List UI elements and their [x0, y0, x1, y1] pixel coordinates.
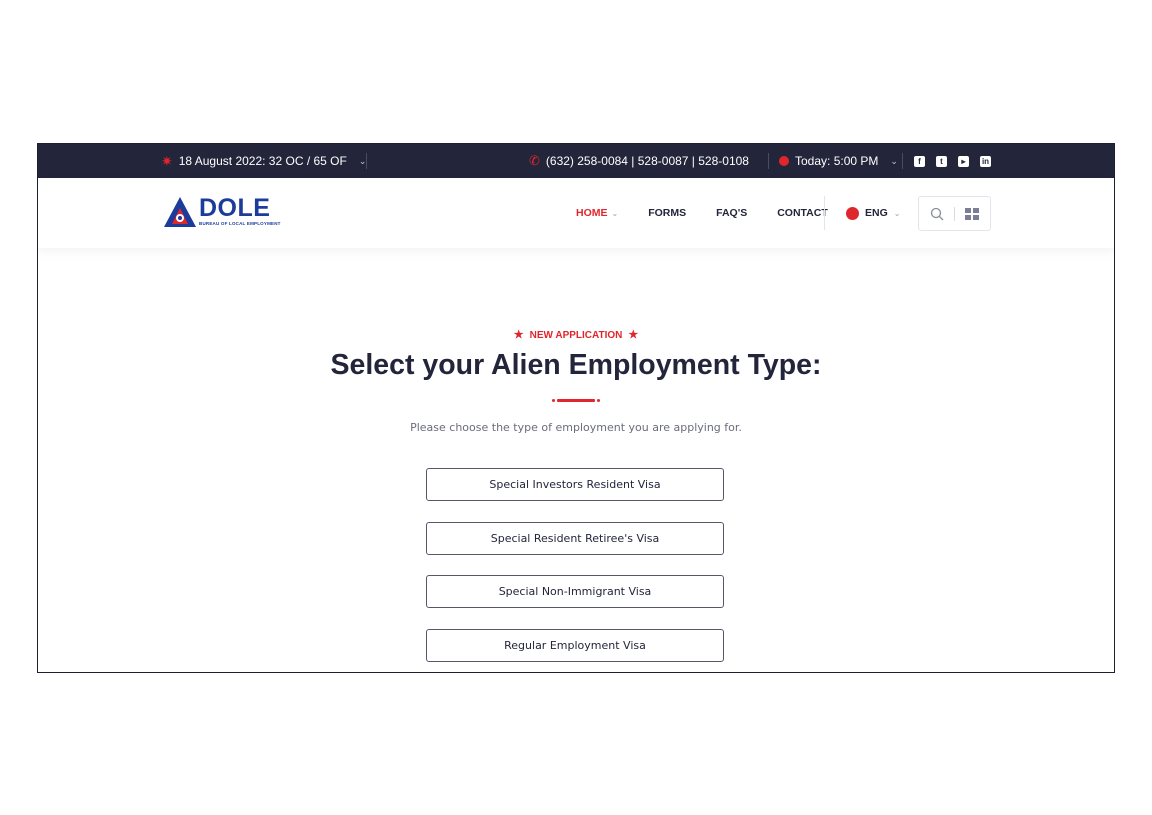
nav-home[interactable]: HOME ⌄: [576, 207, 618, 219]
nav-forms[interactable]: FORMS: [648, 207, 686, 219]
nav-forms-label: FORMS: [648, 207, 687, 219]
weather-widget[interactable]: ✷ 18 August 2022: 32 OC / 65 OF ⌄: [161, 144, 366, 178]
main-nav: HOME ⌄ FORMS FAQ'S CONTACT: [576, 178, 858, 248]
star-icon: ★: [628, 329, 639, 341]
nav-home-label: HOME: [576, 207, 608, 219]
hours-widget[interactable]: Today: 5:00 PM ⌄: [779, 144, 898, 178]
page-title: Select your Alien Employment Type:: [330, 349, 822, 381]
clock-icon: [779, 156, 789, 166]
weather-text: 18 August 2022: 32 OC / 65 OF: [178, 154, 347, 168]
chevron-down-icon[interactable]: ⌄: [890, 156, 898, 167]
language-selector[interactable]: ENG ⌄: [846, 178, 900, 248]
option-non-immigrant-visa[interactable]: Special Non-Immigrant Visa: [426, 575, 724, 608]
dole-logo[interactable]: DOLE BUREAU OF LOCAL EMPLOYMENT: [163, 196, 281, 228]
page-subtitle: Please choose the type of employment you…: [410, 421, 742, 434]
main-header: DOLE BUREAU OF LOCAL EMPLOYMENT HOME ⌄ F…: [38, 178, 1114, 248]
divider: [768, 153, 769, 169]
header-tools: [918, 196, 991, 231]
grid-icon: [965, 207, 980, 220]
section-eyebrow: ★ NEW APPLICATION ★: [38, 328, 1114, 341]
eyebrow-text: NEW APPLICATION: [529, 330, 623, 341]
option-investors-visa[interactable]: Special Investors Resident Visa: [426, 468, 724, 501]
divider: [366, 153, 367, 169]
chevron-down-icon: ⌄: [893, 208, 901, 218]
nav-contact-label: CONTACT: [777, 207, 828, 219]
logo-text: DOLE: [199, 194, 271, 222]
menu-grid-button[interactable]: [955, 207, 990, 220]
facebook-icon[interactable]: f: [914, 155, 925, 167]
browser-frame: ✷ 18 August 2022: 32 OC / 65 OF ⌄ ✆ (632…: [37, 143, 1115, 673]
logo-triangle-icon: [164, 197, 196, 227]
social-links: f t ▸ in: [914, 144, 991, 178]
language-label: ENG: [865, 207, 888, 219]
logo-subtext: BUREAU OF LOCAL EMPLOYMENT: [199, 221, 281, 226]
top-bar: ✷ 18 August 2022: 32 OC / 65 OF ⌄ ✆ (632…: [38, 144, 1114, 178]
title-underline: [552, 399, 600, 402]
phone-text: (632) 258-0084 | 528-0087 | 528-0108: [545, 154, 749, 168]
sun-icon: ✷: [161, 153, 173, 169]
nav-contact[interactable]: CONTACT: [777, 207, 828, 219]
search-button[interactable]: [919, 207, 954, 221]
nav-faqs-label: FAQ'S: [716, 207, 748, 219]
globe-icon: [846, 206, 859, 220]
search-icon: [930, 207, 943, 220]
phone-contact[interactable]: ✆ (632) 258-0084 | 528-0087 | 528-0108: [529, 144, 749, 178]
star-icon: ★: [513, 329, 524, 341]
option-retiree-visa[interactable]: Special Resident Retiree's Visa: [426, 522, 724, 555]
nav-faqs[interactable]: FAQ'S: [716, 207, 747, 219]
youtube-icon[interactable]: ▸: [958, 155, 969, 167]
chevron-down-icon: ⌄: [611, 208, 619, 218]
linkedin-icon[interactable]: in: [980, 155, 991, 167]
divider: [902, 153, 903, 169]
hours-text: Today: 5:00 PM: [795, 154, 879, 168]
twitter-icon[interactable]: t: [936, 155, 947, 167]
phone-icon: ✆: [529, 153, 540, 168]
main-content: ★ NEW APPLICATION ★ Select your Alien Empl…: [38, 248, 1114, 672]
nav-divider: [824, 196, 825, 230]
option-regular-employment-visa[interactable]: Regular Employment Visa: [426, 629, 724, 662]
